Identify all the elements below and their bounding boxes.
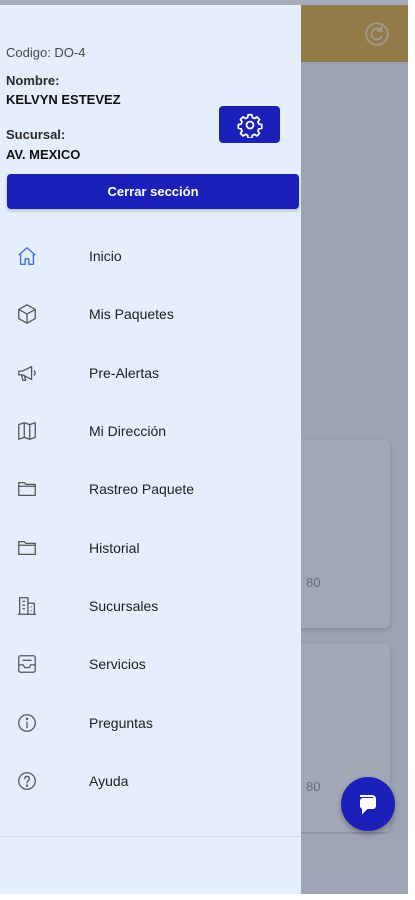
map-icon bbox=[16, 420, 38, 442]
menu-item-historial[interactable]: Historial bbox=[0, 518, 301, 576]
logout-button[interactable]: Cerrar sección bbox=[7, 174, 299, 209]
menu-item-sucursales[interactable]: Sucursales bbox=[0, 577, 301, 635]
user-code: Codigo: DO-4 bbox=[6, 45, 86, 60]
folder-icon bbox=[16, 478, 38, 500]
menu-item-rastreo-paquete[interactable]: Rastreo Paquete bbox=[0, 460, 301, 518]
help-icon bbox=[16, 770, 38, 792]
menu-item-mi-direccion[interactable]: Mi Dirección bbox=[0, 402, 301, 460]
menu-item-label: Sucursales bbox=[89, 597, 159, 614]
menu-item-pre-alertas[interactable]: Pre-Alertas bbox=[0, 344, 301, 402]
menu-item-ayuda[interactable]: Ayuda bbox=[0, 752, 301, 810]
menu-item-label: Mi Dirección bbox=[89, 423, 167, 440]
menu-item-label: Inicio bbox=[89, 248, 122, 265]
menu-item-label: Historial bbox=[89, 539, 140, 556]
menu-item-servicios[interactable]: Servicios bbox=[0, 635, 301, 693]
menu-item-label: Mis Paquetes bbox=[89, 306, 174, 323]
menu-item-preguntas[interactable]: Preguntas bbox=[0, 693, 301, 751]
menu-item-label: Pre-Alertas bbox=[89, 364, 160, 381]
menu-item-inicio[interactable]: Inicio bbox=[0, 227, 301, 285]
user-name: KELVYN ESTEVEZ bbox=[6, 92, 121, 107]
folder-icon bbox=[16, 537, 38, 559]
menu-item-label: Preguntas bbox=[89, 714, 153, 731]
gear-icon bbox=[236, 113, 263, 138]
branch-label: Sucursal: bbox=[6, 127, 66, 142]
menu-item-mis-paquetes[interactable]: Mis Paquetes bbox=[0, 285, 301, 343]
menu-item-label: Servicios bbox=[89, 656, 146, 673]
chat-button[interactable] bbox=[341, 777, 395, 831]
chat-icon bbox=[360, 795, 376, 815]
megaphone-icon bbox=[16, 362, 38, 384]
inbox-icon bbox=[16, 653, 38, 675]
drawer-menu: Inicio Mis Paquetes Pre-Alertas Mi Direc… bbox=[0, 227, 301, 810]
divider bbox=[0, 836, 301, 837]
package-icon bbox=[16, 303, 38, 325]
home-icon bbox=[16, 245, 38, 267]
menu-item-label: Ayuda bbox=[89, 772, 129, 789]
info-icon bbox=[16, 712, 38, 734]
settings-button[interactable] bbox=[219, 106, 280, 143]
navigation-drawer: Codigo: DO-4 Nombre: KELVYN ESTEVEZ Sucu… bbox=[0, 5, 301, 894]
name-label: Nombre: bbox=[6, 73, 60, 88]
building-icon bbox=[16, 595, 38, 617]
branch-name: AV. MEXICO bbox=[6, 147, 81, 162]
menu-item-label: Rastreo Paquete bbox=[89, 481, 195, 498]
